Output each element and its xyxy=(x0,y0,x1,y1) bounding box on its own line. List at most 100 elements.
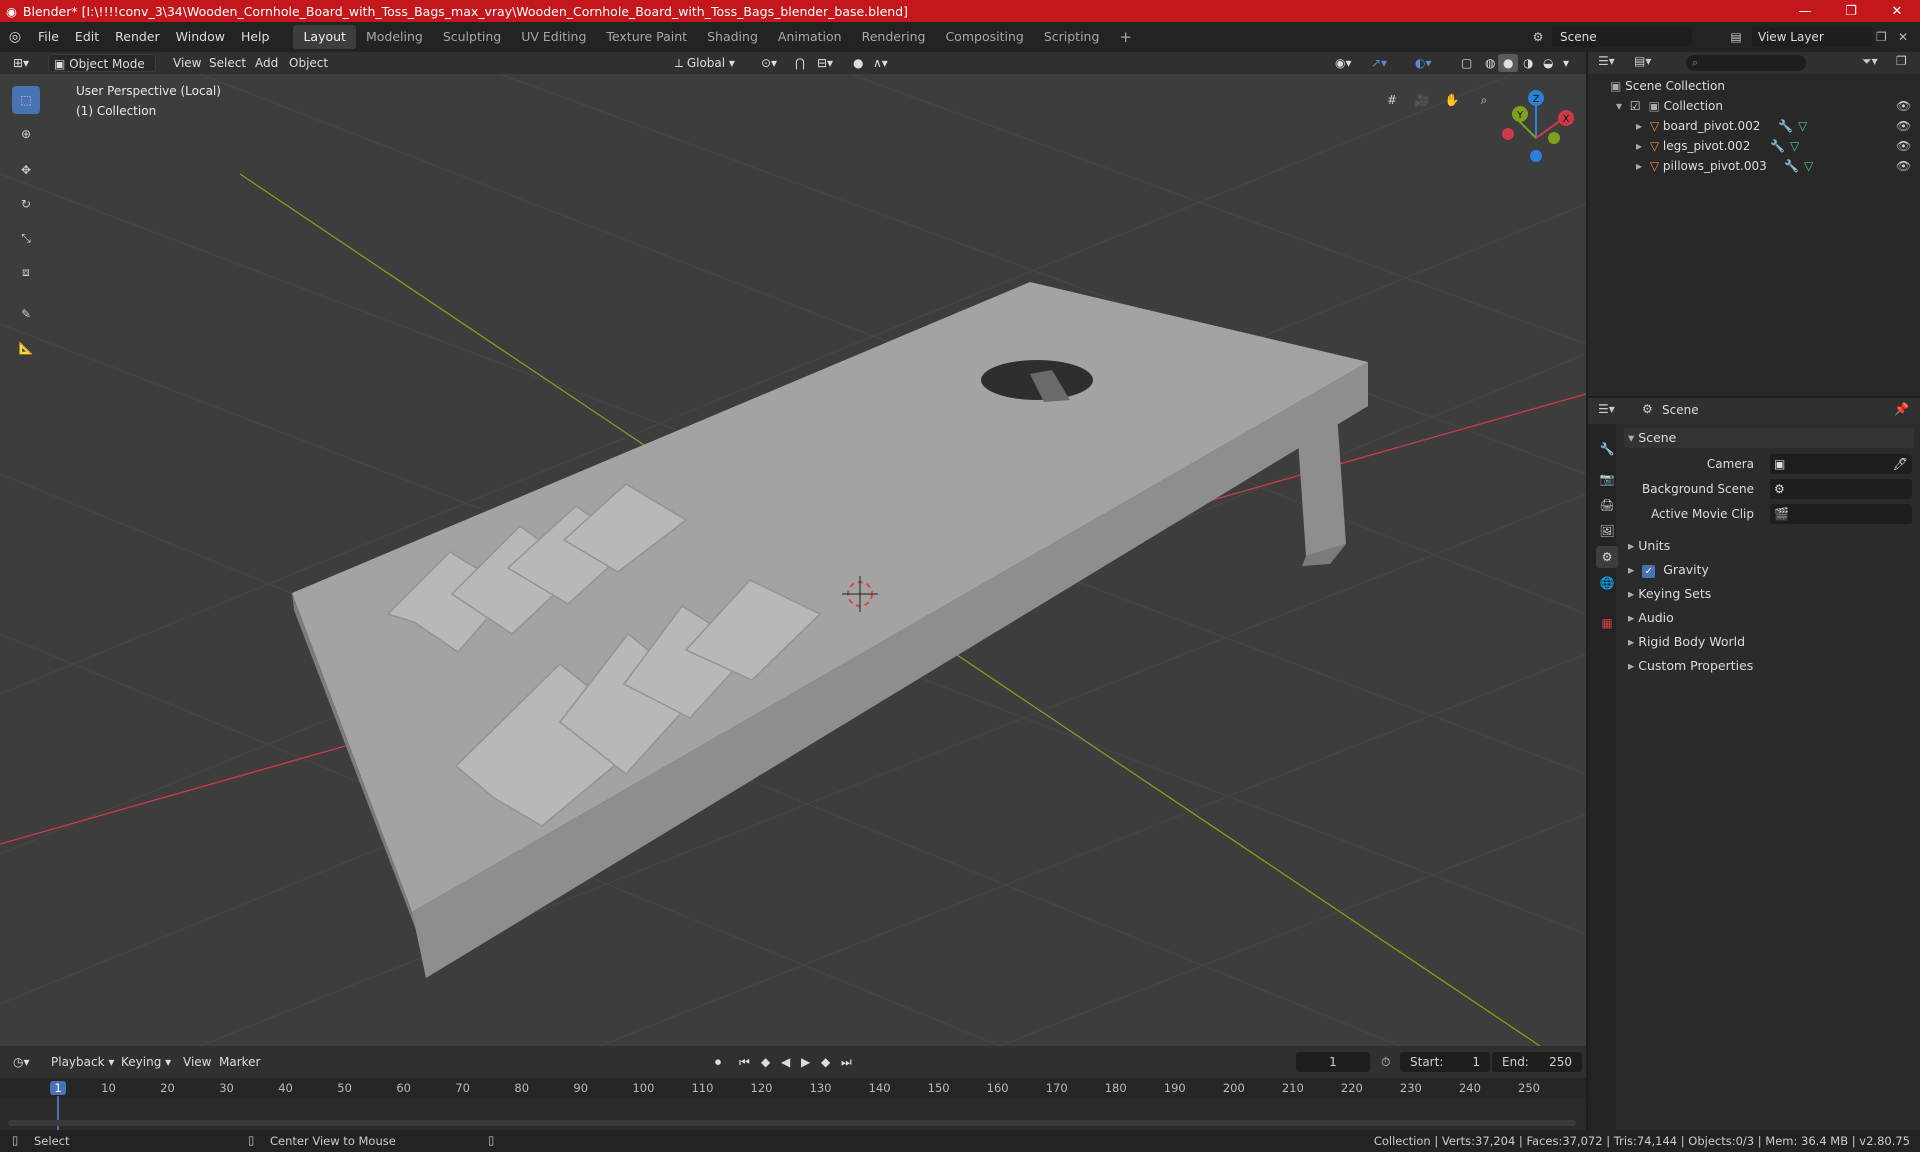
pin-icon[interactable]: 📌 xyxy=(1894,402,1909,416)
view-layer-selector[interactable]: View Layer xyxy=(1752,27,1872,47)
close-button[interactable]: ✕ xyxy=(1874,0,1920,22)
tab-texture-paint[interactable]: Texture Paint xyxy=(596,25,697,49)
rotate-tool[interactable]: ↻ xyxy=(12,190,40,218)
camera-view-icon[interactable]: 🎥 xyxy=(1410,88,1434,112)
exclude-checkbox-icon[interactable]: ☑ xyxy=(1630,99,1641,113)
tab-shading[interactable]: Shading xyxy=(697,25,768,49)
filter-icon[interactable]: ⏷▾ xyxy=(1862,54,1878,69)
3d-viewport[interactable]: Z X Y ⬚ ⊕ ✥ ↻ ⤡ ⧈ ✎ 📐 User Perspective (… xyxy=(0,74,1586,1046)
keying-sets-panel[interactable]: ▸ Keying Sets xyxy=(1624,584,1914,604)
active-movie-clip-field[interactable]: 🎬 xyxy=(1770,504,1912,524)
add-workspace-button[interactable]: + xyxy=(1109,25,1142,49)
proportional-edit-icon[interactable]: ● xyxy=(848,54,868,72)
menu-edit[interactable]: Edit xyxy=(67,25,107,49)
visibility-eye-icon[interactable]: 👁 xyxy=(1896,136,1911,156)
tab-layout[interactable]: Layout xyxy=(293,25,356,49)
falloff-icon[interactable]: ∧▾ xyxy=(868,54,893,72)
tab-scripting[interactable]: Scripting xyxy=(1034,25,1110,49)
jump-start-button[interactable]: ⏮ xyxy=(734,1053,755,1071)
scale-tool[interactable]: ⤡ xyxy=(12,224,40,252)
scene-selector[interactable]: Scene xyxy=(1552,27,1692,47)
world-tab-icon[interactable]: 🌐 xyxy=(1596,572,1618,594)
cursor-tool[interactable]: ⊕ xyxy=(12,120,40,148)
scene-section-header[interactable]: ▾ Scene xyxy=(1624,428,1914,448)
tab-rendering[interactable]: Rendering xyxy=(852,25,936,49)
outliner-item-pillows-pivot[interactable]: ▸ ▽ pillows_pivot.003 🔧 ▽ 👁 xyxy=(1588,156,1920,176)
outliner-editor-type-icon[interactable]: ☰▾ xyxy=(1598,54,1615,68)
view-layer-tab-icon[interactable]: 🖼 xyxy=(1596,520,1618,542)
tab-compositing[interactable]: Compositing xyxy=(935,25,1033,49)
gravity-panel[interactable]: ▸ ✓ Gravity xyxy=(1624,560,1914,580)
jump-end-button[interactable]: ⏭ xyxy=(836,1053,857,1071)
timeline-area[interactable]: 1 10 20 30 40 50 60 70 80 90 100 110 120 130 140 150 160… xyxy=(0,1078,1586,1130)
orientation-dropdown[interactable]: ⟂ Global ▾ xyxy=(670,54,746,72)
units-panel[interactable]: ▸ Units xyxy=(1624,536,1914,556)
output-tab-icon[interactable]: 🖨 xyxy=(1596,494,1618,516)
mode-dropdown[interactable]: ▣ Object Mode ▾ xyxy=(48,54,156,89)
custom-properties-panel[interactable]: ▸ Custom Properties xyxy=(1624,656,1914,676)
current-frame-field[interactable]: 1 xyxy=(1296,1052,1370,1072)
jump-keyframe-forward-button[interactable]: ◆ xyxy=(816,1053,835,1071)
menu-window[interactable]: Window xyxy=(168,25,233,49)
gizmo-toggle-icon[interactable]: ↗▾ xyxy=(1366,54,1392,72)
menu-help[interactable]: Help xyxy=(233,25,278,49)
select-box-tool[interactable]: ⬚ xyxy=(12,86,40,114)
material-shading-icon[interactable]: ◑ xyxy=(1518,54,1538,72)
play-button[interactable]: ▶ xyxy=(796,1053,815,1071)
eyedropper-icon[interactable]: 🖊 xyxy=(1893,454,1908,474)
expand-arrow-icon[interactable]: ▸ xyxy=(1636,159,1642,173)
jump-keyframe-back-button[interactable]: ◆ xyxy=(756,1053,775,1071)
minimize-button[interactable]: — xyxy=(1782,0,1828,22)
editor-type-icon[interactable]: ⊞▾ xyxy=(8,54,34,72)
scene-tab-icon[interactable]: ⚙ xyxy=(1596,546,1618,568)
measure-tool[interactable]: 📐 xyxy=(12,334,40,362)
collection-visibility-eye-icon[interactable]: 👁 xyxy=(1896,96,1911,116)
timeline-menu-marker[interactable]: Marker xyxy=(214,1053,265,1071)
tab-uv-editing[interactable]: UV Editing xyxy=(511,25,596,49)
visibility-eye-icon[interactable]: 👁 xyxy=(1896,156,1911,176)
audio-panel[interactable]: ▸ Audio xyxy=(1624,608,1914,628)
tab-animation[interactable]: Animation xyxy=(768,25,852,49)
tool-tab-icon[interactable]: 🔧 xyxy=(1596,438,1618,460)
frame-ruler[interactable]: 1 10 20 30 40 50 60 70 80 90 100 110 120 130 140 150 160… xyxy=(0,1078,1586,1098)
rendered-shading-icon[interactable]: ◒ xyxy=(1538,54,1558,72)
tab-modeling[interactable]: Modeling xyxy=(356,25,433,49)
pan-view-icon[interactable]: ✋ xyxy=(1440,88,1464,112)
scene-icon[interactable]: ⚙ xyxy=(1526,25,1550,49)
timeline-menu-keying[interactable]: Keying ▾ xyxy=(116,1053,176,1071)
collapse-arrow-icon[interactable]: ▾ xyxy=(1616,99,1622,113)
record-button[interactable]: ⏺ xyxy=(710,1053,726,1071)
timeline-scrollbar[interactable] xyxy=(8,1120,1576,1126)
timeline-menu-playback[interactable]: Playback ▾ xyxy=(46,1053,119,1071)
viewport-menu-view[interactable]: View xyxy=(168,54,206,72)
visibility-icon[interactable]: ◉▾ xyxy=(1330,54,1357,72)
zoom-view-icon[interactable]: ⌕ xyxy=(1472,88,1496,112)
solid-shading-icon[interactable]: ● xyxy=(1498,54,1519,72)
background-scene-field[interactable]: ⚙ xyxy=(1770,479,1912,499)
viewport-menu-select[interactable]: Select xyxy=(204,54,251,72)
camera-field[interactable]: ▣ 🖊 xyxy=(1770,454,1912,474)
start-frame-field[interactable]: Start: 1 xyxy=(1400,1052,1490,1072)
xray-icon[interactable]: ▢ xyxy=(1456,54,1477,72)
tab-sculpting[interactable]: Sculpting xyxy=(433,25,511,49)
outliner-search-input[interactable]: ⌕ xyxy=(1686,55,1806,71)
new-collection-icon[interactable]: ❐ xyxy=(1896,54,1907,68)
timeline-menu-view[interactable]: View xyxy=(178,1053,216,1071)
overlay-toggle-icon[interactable]: ◐▾ xyxy=(1410,54,1437,72)
render-tab-icon[interactable]: 📷 xyxy=(1596,468,1618,490)
play-reverse-button[interactable]: ◀ xyxy=(776,1053,795,1071)
texture-tab-icon[interactable]: ▦ xyxy=(1596,612,1618,634)
visibility-eye-icon[interactable]: 👁 xyxy=(1896,116,1911,136)
annotate-tool[interactable]: ✎ xyxy=(12,300,40,328)
timeline-editor-type-icon[interactable]: ◷▾ xyxy=(8,1053,35,1071)
rigid-body-world-panel[interactable]: ▸ Rigid Body World xyxy=(1624,632,1914,652)
move-tool[interactable]: ✥ xyxy=(12,156,40,184)
outliner-item-board-pivot[interactable]: ▸ ▽ board_pivot.002 🔧 ▽ 👁 xyxy=(1588,116,1920,136)
snap-target-icon[interactable]: ⊟▾ xyxy=(812,54,838,72)
viewport-menu-object[interactable]: Object xyxy=(284,54,333,72)
pivot-icon[interactable]: ⊙▾ xyxy=(756,54,782,72)
remove-view-layer-icon[interactable]: ✕ xyxy=(1898,27,1916,47)
menu-file[interactable]: File xyxy=(30,25,67,49)
stopwatch-icon[interactable]: ⏱ xyxy=(1376,1053,1395,1071)
snap-icon[interactable]: ⋂ xyxy=(790,54,810,72)
